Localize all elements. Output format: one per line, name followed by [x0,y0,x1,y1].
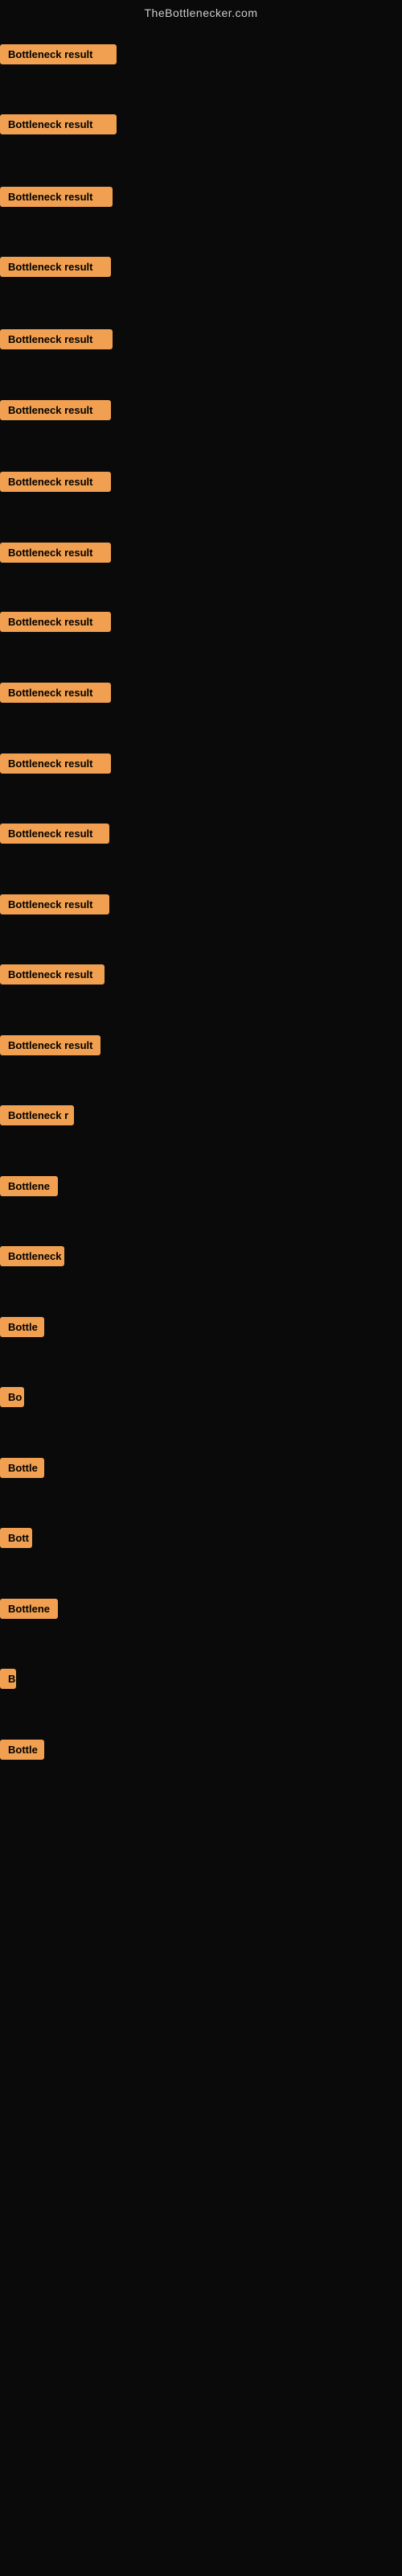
bottleneck-result-badge[interactable]: Bottleneck result [0,187,113,207]
bottleneck-result-badge[interactable]: Bottleneck result [0,612,111,632]
bottleneck-result-badge[interactable]: Bottleneck result [0,753,111,774]
bottleneck-badge-row: Bottlene [0,1176,58,1200]
bottleneck-result-badge[interactable]: Bottleneck result [0,257,111,277]
bottleneck-badge-row: Bo [0,1387,24,1411]
bottleneck-badge-row: Bottle [0,1317,44,1341]
bottleneck-result-badge[interactable]: Bottleneck r [0,1105,74,1125]
bottleneck-badge-row: Bottle [0,1740,44,1764]
bottleneck-result-badge[interactable]: Bottleneck result [0,114,117,134]
bottleneck-result-badge[interactable]: Bottleneck result [0,894,109,914]
bottleneck-badge-row: Bottleneck result [0,1035,100,1059]
bottleneck-badge-row: Bottlene [0,1599,58,1623]
bottleneck-result-badge[interactable]: Bottleneck result [0,964,105,985]
bottleneck-result-badge[interactable]: Bottle [0,1317,44,1337]
bottleneck-result-badge[interactable]: Bottleneck result [0,44,117,64]
bottleneck-badge-row: Bottleneck result [0,824,109,848]
bottleneck-badge-row: Bottleneck result [0,257,111,281]
bottleneck-badge-row: Bottleneck result [0,329,113,353]
bottleneck-badge-row: Bottleneck result [0,114,117,138]
bottleneck-badge-row: Bottleneck r [0,1105,74,1129]
bottleneck-result-badge[interactable]: Bottle [0,1740,44,1760]
bottleneck-result-badge[interactable]: Bottleneck result [0,329,113,349]
bottleneck-badge-row: Bottleneck result [0,543,111,567]
bottleneck-badge-row: Bottleneck result [0,44,117,68]
site-title: TheBottlenecker.com [0,0,402,23]
bottleneck-badge-row: B [0,1669,16,1693]
bottleneck-badge-row: Bottleneck result [0,894,109,919]
bottleneck-result-badge[interactable]: Bottleneck result [0,543,111,563]
bottleneck-result-badge[interactable]: Bottleneck result [0,472,111,492]
bottleneck-badge-row: Bottleneck result [0,964,105,989]
bottleneck-result-badge[interactable]: Bottle [0,1458,44,1478]
bottleneck-badge-row: Bottle [0,1458,44,1482]
bottleneck-result-badge[interactable]: B [0,1669,16,1689]
bottleneck-result-badge[interactable]: Bottleneck result [0,683,111,703]
bottleneck-badge-row: Bottleneck result [0,400,111,424]
bottleneck-badge-row: Bottleneck result [0,683,111,707]
bottleneck-result-badge[interactable]: Bottlene [0,1599,58,1619]
bottleneck-result-badge[interactable]: Bottlene [0,1176,58,1196]
bottleneck-result-badge[interactable]: Bott [0,1528,32,1548]
bottleneck-result-badge[interactable]: Bottleneck result [0,824,109,844]
bottleneck-badge-row: Bottleneck result [0,753,111,778]
bottleneck-badge-row: Bottleneck result [0,612,111,636]
bottleneck-result-badge[interactable]: Bottleneck [0,1246,64,1266]
bottleneck-result-badge[interactable]: Bottleneck result [0,400,111,420]
bottleneck-badge-row: Bottleneck [0,1246,64,1270]
bottleneck-result-badge[interactable]: Bo [0,1387,24,1407]
bottleneck-badge-row: Bott [0,1528,32,1552]
bottleneck-result-badge[interactable]: Bottleneck result [0,1035,100,1055]
bottleneck-badge-row: Bottleneck result [0,187,113,211]
bottleneck-badge-row: Bottleneck result [0,472,111,496]
